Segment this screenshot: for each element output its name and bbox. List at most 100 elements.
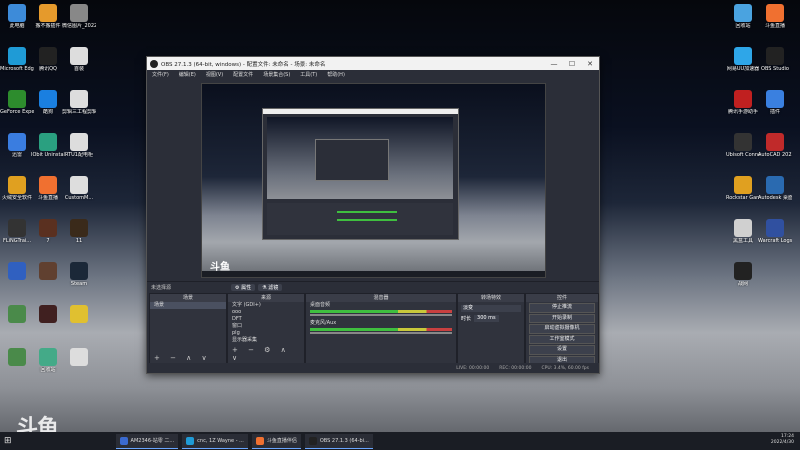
source-item[interactable]: plg [228, 330, 304, 337]
obs-window[interactable]: OBS 27.1.3 (64-bit, windows) - 配置文件: 未命名… [146, 56, 600, 374]
desktop-icon[interactable] [31, 305, 65, 324]
desktop-icon[interactable]: Ubisoft Connect [726, 133, 760, 158]
desktop-icon[interactable]: 黑盒工具 [726, 219, 760, 244]
desktop-icon-label: IObit Uninstaller [31, 152, 65, 158]
desktop-icon[interactable]: 微信图片_2022031... [62, 4, 96, 29]
taskbar-app-button[interactable]: cnc, 1Z Wayne - ... [182, 433, 248, 449]
desktop-icon[interactable]: 搬不搬插件 [31, 4, 65, 29]
minimize-button[interactable]: — [545, 60, 563, 68]
desktop-icon[interactable]: 酷狗 [31, 90, 65, 115]
desktop-icon[interactable]: 首装 [62, 47, 96, 72]
live-time: LIVE: 00:00:00 [456, 365, 490, 371]
properties-button[interactable]: ⚙ 属性 [231, 283, 256, 291]
desktop-icon[interactable]: 剪辑三工程剪辑设置20... [62, 90, 96, 115]
transition-select[interactable]: 淡变 [461, 305, 521, 312]
rec-time: REC: 00:00:00 [499, 365, 532, 371]
maximize-button[interactable]: ☐ [563, 60, 581, 68]
taskbar-app-label: OBS 27.1.3 (64-bi... [319, 437, 369, 444]
desktop-icon[interactable]: 11 [62, 219, 96, 244]
desktop-icon[interactable]: Warcraft Logs U... [758, 219, 792, 244]
no-source-selected-label: 未选择源 [151, 284, 172, 291]
virtual-camera-button[interactable]: 启动虚拟摄像机 [529, 324, 595, 334]
desktop-icon[interactable] [0, 305, 34, 324]
desktop-icon[interactable] [31, 262, 65, 281]
desktop-icon[interactable]: 迅雷 [0, 133, 34, 158]
title-bar[interactable]: OBS 27.1.3 (64-bit, windows) - 配置文件: 未命名… [147, 57, 599, 70]
desktop-icon[interactable]: FLiNGTrai... [0, 219, 34, 244]
volume-slider[interactable] [310, 314, 452, 316]
menu-profile[interactable]: 配置文件 [228, 71, 258, 78]
desktop-icon-label: 此电脑 [9, 23, 25, 29]
desktop-icon[interactable]: AutoCAD 2022 - 简... [758, 133, 792, 158]
desktop-icon[interactable]: RTU1配电柜 [62, 133, 96, 158]
scene-item[interactable]: 场景 [150, 302, 226, 309]
taskbar-app-button[interactable]: OBS 27.1.3 (64-bi... [304, 433, 373, 449]
taskbar: ⊞ AM2346-站零 二... cnc, 1Z Wayne - ... 斗鱼直播伴… [0, 432, 800, 450]
preview-canvas[interactable]: 斗鱼 [201, 83, 546, 278]
desktop-icon[interactable]: Microsoft Edge [0, 47, 34, 72]
desktop-icon[interactable]: Steam [62, 262, 96, 287]
desktop-icon[interactable]: GeForce Experience [0, 90, 34, 115]
desktop-icon-label: 腾讯QQ [39, 66, 57, 72]
desktop-icon[interactable]: 斗鱼直播 [31, 176, 65, 201]
scenes-header: 场景 [150, 294, 226, 302]
menu-scene-collection[interactable]: 场景集合(S) [258, 71, 295, 78]
desktop-icon[interactable]: IObit Uninstaller [31, 133, 65, 158]
source-item[interactable]: 文字 (GDI+) [228, 302, 304, 309]
desktop-icon[interactable] [62, 348, 96, 367]
menu-tools[interactable]: 工具(T) [295, 71, 322, 78]
desktop-icon[interactable]: 7 [31, 219, 65, 244]
menu-view[interactable]: 视图(V) [201, 71, 228, 78]
desktop-icon[interactable] [62, 305, 96, 324]
close-button[interactable]: ✕ [581, 60, 599, 68]
recycle-bin-icon [734, 4, 752, 22]
settings-button[interactable]: 设置 [529, 345, 595, 355]
app-icon [39, 4, 57, 22]
huorong-icon [8, 176, 26, 194]
desktop-icon[interactable]: Autodesk 桌面应用程序 [758, 176, 792, 201]
desktop-icon-label: 腾讯手游助手 [727, 109, 758, 115]
source-item[interactable]: 窗口 [228, 323, 304, 330]
studio-mode-button[interactable]: 工作室模式 [529, 334, 595, 344]
desktop-icon[interactable]: OBS Studio [758, 47, 792, 72]
desktop-icon[interactable]: 火绒安全软件 [0, 176, 34, 201]
desktop-icon[interactable] [0, 348, 34, 367]
filters-button[interactable]: ⚗ 滤镜 [258, 283, 283, 291]
desktop-icon[interactable]: 回收站 [726, 4, 760, 29]
source-item[interactable]: DFT [228, 316, 304, 323]
sources-controls[interactable]: + − ⚙ ∧ ∨ [232, 346, 304, 362]
desktop-icon[interactable] [0, 262, 34, 281]
start-recording-button[interactable]: 开始录制 [529, 313, 595, 323]
scenes-controls[interactable]: + − ∧ ∨ [154, 354, 211, 362]
taskbar-app-button[interactable]: 斗鱼直播伴侣 [251, 433, 301, 449]
desktop-icon[interactable]: CustomM... [62, 176, 96, 201]
volume-slider[interactable] [310, 332, 452, 334]
desktop-icon[interactable]: 斗鱼直播 [758, 4, 792, 29]
transitions-header: 转场特效 [458, 294, 524, 302]
document-icon [70, 90, 88, 108]
desktop-icon[interactable]: 回收站 [31, 348, 65, 373]
douyu-icon [39, 176, 57, 194]
desktop-icon[interactable]: 此电脑 [0, 4, 34, 29]
desktop-icon[interactable]: 插件 [758, 90, 792, 115]
transitions-panel: 转场特效 淡变 时长 300 ms [457, 293, 525, 365]
nested-panels [267, 203, 453, 235]
desktop-icon[interactable]: Rockstar Games... [726, 176, 760, 201]
desktop-icon[interactable]: 网易UU加速器 [726, 47, 760, 72]
desktop-icon[interactable]: 腾讯手游助手 [726, 90, 760, 115]
stop-streaming-button[interactable]: 停止推流 [529, 303, 595, 313]
taskbar-app-button[interactable]: AM2346-站零 二... [115, 433, 179, 449]
menu-edit[interactable]: 编辑(E) [174, 71, 201, 78]
menu-help[interactable]: 帮助(H) [322, 71, 350, 78]
desktop-icon[interactable]: 战网 [726, 262, 760, 287]
duration-input[interactable]: 300 ms [474, 315, 499, 322]
tencent-icon [734, 90, 752, 108]
desktop-icon[interactable]: 腾讯QQ [31, 47, 65, 72]
source-item[interactable]: 显示器采集 [228, 337, 304, 344]
menu-file[interactable]: 文件(F) [147, 71, 174, 78]
clock-date[interactable]: 2022/4/30 [771, 440, 794, 446]
start-icon[interactable]: ⊞ [4, 436, 12, 446]
source-item[interactable]: ooo [228, 309, 304, 316]
mixer-track-label: 麦克风/Aux [310, 320, 337, 326]
app-icon [255, 436, 264, 445]
